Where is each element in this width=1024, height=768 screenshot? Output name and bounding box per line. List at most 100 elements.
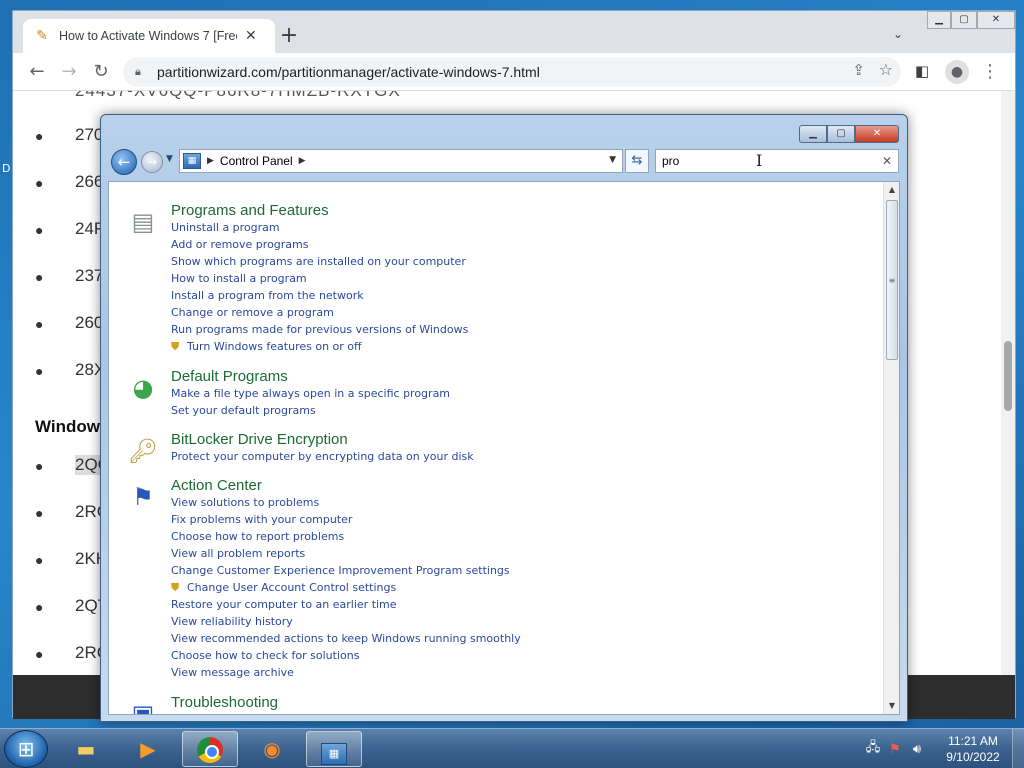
maximize-button[interactable]: ▢ bbox=[827, 125, 855, 143]
control-panel-icon: ▦ bbox=[321, 743, 347, 765]
task-link[interactable]: Fix problems with your computer bbox=[171, 513, 352, 526]
taskbar: ⊞ ▬ ▶ ◉ ▦ 🖧︎ ⚑ 🔊︎ 11:21 AM 9/10/2022 bbox=[0, 728, 1024, 768]
forward-arrow-icon[interactable]: → bbox=[141, 151, 163, 173]
bullet-icon: ● bbox=[35, 174, 44, 191]
task-link[interactable]: Change Customer Experience Improvement P… bbox=[171, 564, 510, 577]
task-link[interactable]: Add or remove programs bbox=[171, 238, 309, 251]
windows-explorer-icon[interactable]: ▬ bbox=[58, 731, 114, 767]
task-link[interactable]: Choose how to check for solutions bbox=[171, 649, 359, 662]
kebab-menu-icon[interactable]: ⋮ bbox=[981, 61, 999, 82]
address-bar[interactable]: ▦ ▶ Control Panel ▶ ▼ bbox=[179, 149, 623, 173]
chevron-down-icon[interactable]: ▼ bbox=[609, 155, 616, 165]
task-link-label[interactable]: Turn Windows features on or off bbox=[187, 340, 362, 353]
task-link[interactable]: Change or remove a program bbox=[171, 306, 334, 319]
network-icon[interactable]: 🖧︎ bbox=[862, 738, 884, 760]
breadcrumb-control-panel[interactable]: Control Panel bbox=[220, 154, 293, 168]
task-link[interactable]: Make a file type always open in a specif… bbox=[171, 387, 450, 400]
bullet-icon: ● bbox=[35, 457, 44, 474]
minimize-button[interactable]: ▁ bbox=[927, 11, 951, 29]
system-clock[interactable]: 11:21 AM 9/10/2022 bbox=[938, 733, 1008, 765]
group-title[interactable]: Default Programs bbox=[171, 368, 288, 385]
scrollbar-thumb[interactable] bbox=[1004, 341, 1012, 411]
list-item: ● 2QC bbox=[35, 455, 110, 475]
task-link[interactable]: View message archive bbox=[171, 666, 294, 679]
firefox-icon[interactable]: ◉ bbox=[244, 731, 300, 767]
task-link[interactable]: Restore your computer to an earlier time bbox=[171, 598, 397, 611]
maximize-button[interactable]: ▢ bbox=[951, 11, 977, 29]
search-input[interactable]: pro I ✕ bbox=[655, 149, 899, 173]
troubleshooting-icon: ▣ bbox=[131, 700, 155, 715]
task-link[interactable]: View recommended actions to keep Windows… bbox=[171, 632, 521, 645]
task-link-label[interactable]: Change User Account Control settings bbox=[187, 581, 396, 594]
group-title[interactable]: Programs and Features bbox=[171, 202, 329, 219]
chevron-right-icon[interactable]: ▶ bbox=[207, 156, 214, 166]
back-arrow-icon[interactable]: ← bbox=[25, 61, 49, 83]
task-link[interactable]: Show which programs are installed on you… bbox=[171, 255, 466, 268]
url-text[interactable]: partitionwizard.com/partitionmanager/act… bbox=[157, 64, 540, 80]
profile-icon[interactable]: ● bbox=[945, 60, 969, 84]
google-chrome-icon bbox=[197, 737, 223, 763]
task-link[interactable]: Run programs made for previous versions … bbox=[171, 323, 468, 336]
bullet-icon: ● bbox=[35, 551, 44, 568]
task-link[interactable]: Protect your computer by encrypting data… bbox=[171, 450, 474, 463]
uac-shield-icon: ⛊ bbox=[171, 340, 180, 353]
page-scrollbar[interactable] bbox=[1001, 91, 1015, 675]
clear-search-icon[interactable]: ✕ bbox=[882, 150, 892, 172]
scroll-up-arrow-icon[interactable]: ▲ bbox=[884, 182, 899, 198]
group-title[interactable]: BitLocker Drive Encryption bbox=[171, 431, 348, 448]
list-item: ● 260 bbox=[35, 313, 103, 333]
control-panel-taskbar-button[interactable]: ▦ bbox=[306, 731, 362, 767]
volume-icon[interactable]: 🔊︎ bbox=[906, 742, 928, 757]
show-desktop-button[interactable] bbox=[1012, 729, 1024, 768]
task-link[interactable]: Choose how to report problems bbox=[171, 530, 344, 543]
control-panel-window: ▁ ▢ ✕ ← → ▼ ▦ ▶ Control Panel ▶ ▼ ⇆ pro … bbox=[100, 114, 908, 722]
google-chrome-taskbar-button[interactable] bbox=[182, 731, 238, 767]
list-item: ● 2RC bbox=[35, 643, 109, 663]
bullet-icon: ● bbox=[35, 598, 44, 615]
scroll-down-arrow-icon[interactable]: ▼ bbox=[884, 698, 899, 714]
browser-tab[interactable]: ✎ How to Activate Windows 7 [Free ✕ bbox=[23, 19, 275, 53]
close-tab-icon[interactable]: ✕ bbox=[245, 28, 257, 44]
lock-icon[interactable]: 🔒︎ bbox=[135, 65, 149, 79]
task-link-shield[interactable]: ⛊ Change User Account Control settings bbox=[171, 581, 396, 595]
task-link[interactable]: View reliability history bbox=[171, 615, 293, 628]
task-link[interactable]: Set your default programs bbox=[171, 404, 316, 417]
back-arrow-icon[interactable]: ← bbox=[111, 149, 137, 175]
action-center-flag-icon[interactable]: ⚑ bbox=[884, 742, 906, 757]
windows-media-player-icon[interactable]: ▶ bbox=[120, 731, 176, 767]
window-controls: ▁ ▢ ✕ bbox=[799, 125, 899, 143]
list-item: ● 24P bbox=[35, 219, 105, 239]
address-bar[interactable]: 🔒︎ partitionwizard.com/partitionmanager/… bbox=[123, 57, 901, 87]
reload-icon[interactable]: ↻ bbox=[89, 61, 113, 83]
results-scrollbar[interactable]: ▲ ≡ ▼ bbox=[883, 182, 899, 714]
list-item: 24437-XV6QQ-P86R8-7HMZB-RXTGX bbox=[75, 91, 401, 101]
forward-arrow-icon[interactable]: → bbox=[57, 61, 81, 83]
group-title[interactable]: Troubleshooting bbox=[171, 694, 278, 711]
refresh-icon[interactable]: ⇆ bbox=[625, 149, 649, 173]
new-tab-button[interactable]: + bbox=[275, 23, 303, 51]
task-link[interactable]: Uninstall a program bbox=[171, 221, 280, 234]
share-icon[interactable]: ⇪ bbox=[852, 61, 865, 79]
recent-pages-chevron-icon[interactable]: ▼ bbox=[166, 154, 173, 164]
scrollbar-thumb[interactable]: ≡ bbox=[886, 200, 898, 360]
partitionwizard-favicon-icon: ✎ bbox=[36, 28, 48, 44]
clock-time: 11:21 AM bbox=[948, 734, 998, 748]
close-window-button[interactable]: ✕ bbox=[855, 125, 899, 143]
task-link-shield[interactable]: ⛊ Turn Windows features on or off bbox=[171, 340, 362, 354]
bullet-icon: ● bbox=[35, 127, 44, 144]
minimize-button[interactable]: ▁ bbox=[799, 125, 827, 143]
chevron-right-icon[interactable]: ▶ bbox=[299, 156, 306, 166]
close-window-button[interactable]: ✕ bbox=[977, 11, 1015, 29]
search-results-pane: ▤ Programs and Features Uninstall a prog… bbox=[108, 181, 900, 715]
task-link[interactable]: Install a program from the network bbox=[171, 289, 364, 302]
task-link[interactable]: View solutions to problems bbox=[171, 496, 319, 509]
tab-search-chevron-icon[interactable]: ⌄ bbox=[893, 27, 903, 41]
bullet-icon: ● bbox=[35, 268, 44, 285]
search-input-value: pro bbox=[662, 154, 680, 168]
star-icon[interactable]: ☆ bbox=[879, 60, 893, 79]
side-panel-icon[interactable]: ◧ bbox=[915, 62, 929, 80]
task-link[interactable]: How to install a program bbox=[171, 272, 307, 285]
windows-start-button[interactable]: ⊞ bbox=[4, 730, 48, 768]
group-title[interactable]: Action Center bbox=[171, 477, 262, 494]
task-link[interactable]: View all problem reports bbox=[171, 547, 305, 560]
